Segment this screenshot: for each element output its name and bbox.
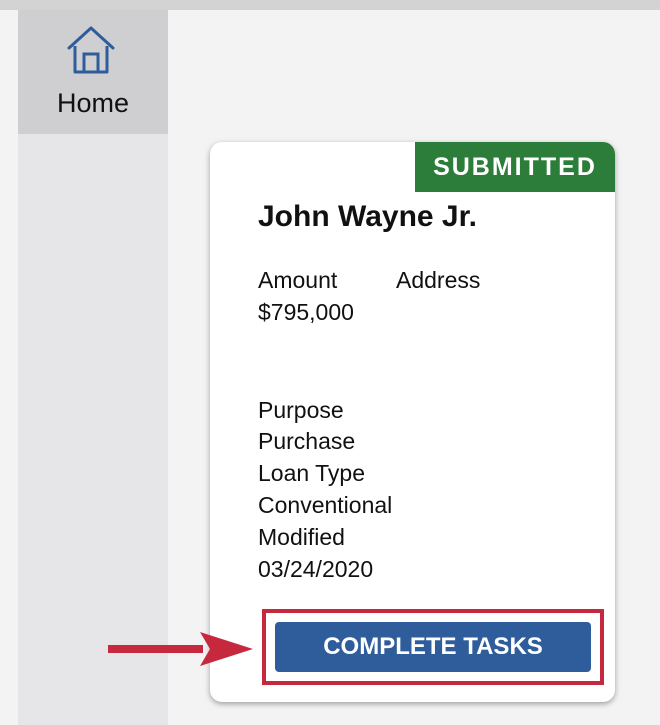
purpose-value: Purchase: [258, 428, 356, 454]
loan-type-value: Conventional: [258, 492, 393, 518]
status-badge: SUBMITTED: [415, 142, 615, 192]
loan-type-label: Loan Type: [258, 460, 366, 486]
sidebar-item-home[interactable]: Home: [18, 10, 168, 134]
sidebar: Home: [18, 10, 168, 725]
modified-value: 03/24/2020: [258, 556, 374, 582]
house-icon: [67, 26, 115, 74]
sidebar-item-home-label: Home: [56, 88, 130, 118]
complete-tasks-button[interactable]: COMPLETE TASKS: [275, 622, 591, 672]
purpose-label: Purpose: [258, 397, 344, 423]
modified-label: Modified: [258, 524, 345, 550]
arrow-right-icon: [108, 632, 253, 666]
borrower-name: John Wayne Jr.: [258, 200, 477, 233]
amount-value: $795,000: [258, 299, 354, 325]
amount-label: Amount: [258, 267, 338, 293]
address-label: Address: [396, 267, 481, 293]
complete-tasks-highlight: COMPLETE TASKS: [262, 609, 604, 685]
